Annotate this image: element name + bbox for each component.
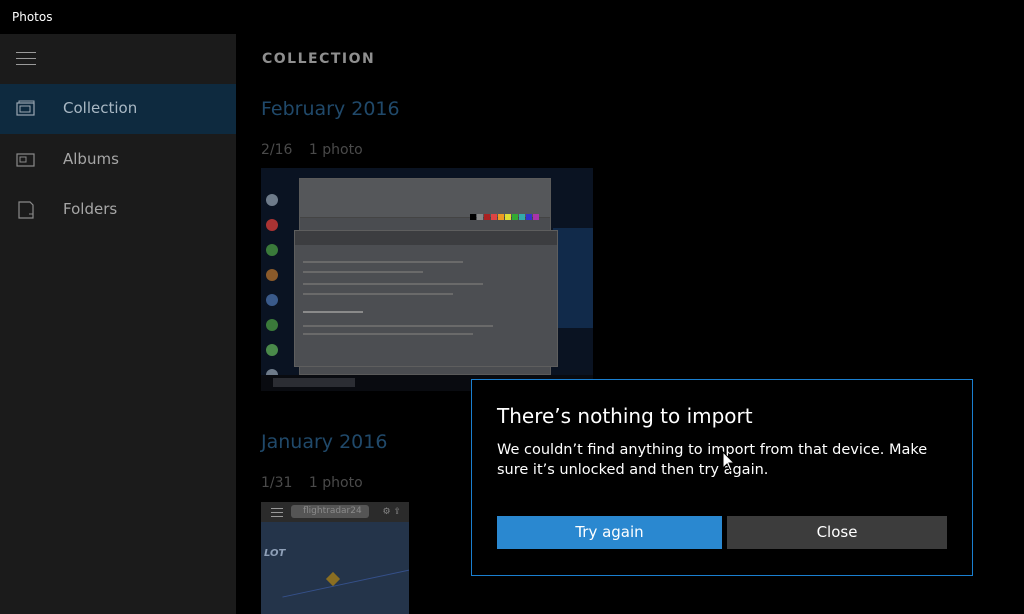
month-heading: February 2016: [261, 98, 400, 120]
sidebar: Collection Albums Folders: [0, 34, 236, 614]
sidebar-item-albums[interactable]: Albums: [0, 135, 236, 185]
folders-icon: [18, 201, 34, 219]
page-title: COLLECTION: [262, 51, 376, 67]
hamburger-menu-icon[interactable]: [16, 52, 36, 66]
map-preview: [261, 522, 409, 614]
try-again-button[interactable]: Try again: [497, 516, 722, 549]
group-meta: 1/31 1 photo: [261, 475, 363, 491]
group-date: 2/16: [261, 142, 293, 158]
albums-icon: [16, 153, 35, 167]
photo-thumbnail[interactable]: [261, 168, 593, 391]
photo-thumbnail[interactable]: flightradar24 ⚙ ⇪ LOT: [261, 502, 409, 614]
dialog-title: There’s nothing to import: [497, 404, 753, 428]
month-heading: January 2016: [261, 431, 388, 453]
group-count: 1 photo: [308, 142, 363, 158]
sidebar-item-collection[interactable]: Collection: [0, 84, 236, 134]
sidebar-item-label: Folders: [63, 200, 118, 218]
toolbar-icons: ⚙ ⇪: [382, 507, 401, 517]
page-header: COLLECTION: [236, 34, 1024, 84]
collection-icon: [16, 100, 35, 116]
menu-icon: [271, 508, 283, 520]
desktop-icons: [264, 194, 282, 391]
title-bar: Photos: [0, 0, 1024, 34]
import-dialog: There’s nothing to import We couldn’t fi…: [471, 379, 973, 576]
close-button[interactable]: Close: [727, 516, 947, 549]
sidebar-item-folders[interactable]: Folders: [0, 185, 236, 235]
group-date: 1/31: [261, 475, 293, 491]
search-field-preview: flightradar24: [291, 505, 369, 518]
sidebar-item-label: Albums: [63, 150, 119, 168]
mouse-cursor-icon: [722, 451, 736, 472]
window-title: Photos: [12, 10, 53, 24]
group-meta: 2/16 1 photo: [261, 142, 363, 158]
settings-window-preview: [294, 230, 558, 367]
sidebar-item-label: Collection: [63, 99, 138, 117]
airline-logo: LOT: [264, 548, 286, 559]
group-count: 1 photo: [308, 475, 363, 491]
